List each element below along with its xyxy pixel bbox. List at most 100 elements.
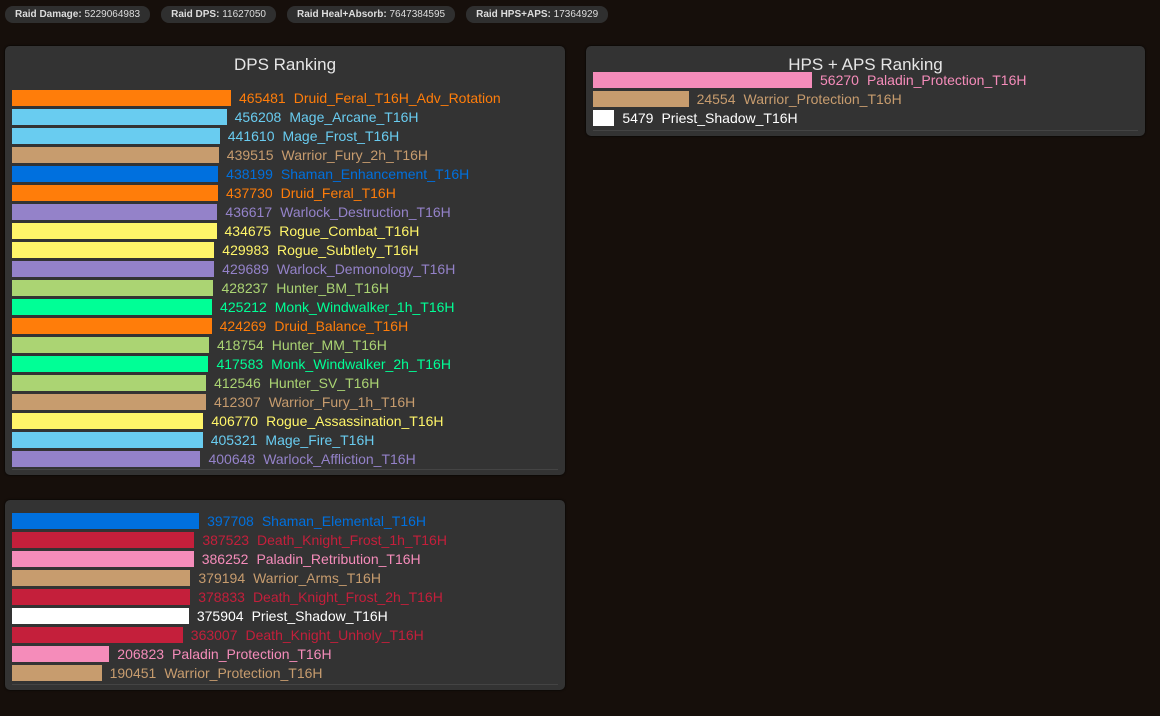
axis-line: [12, 684, 558, 685]
bar-row: 434675 Rogue_Combat_T16H: [12, 223, 419, 239]
bar: [12, 375, 207, 391]
bar-row: 206823 Paladin_Protection_T16H: [12, 646, 332, 662]
bar-row: 425212 Monk_Windwalker_1h_T16H: [12, 299, 455, 315]
bar-label: 56270 Paladin_Protection_T16H: [820, 72, 1026, 88]
data-value: 437730: [225, 185, 273, 201]
category-label: Priest_Shadow_T16H: [251, 608, 388, 624]
data-value: 24554: [696, 91, 736, 107]
bar: [12, 318, 212, 334]
data-value: 465481: [239, 90, 286, 106]
category-label: Warlock_Destruction_T16H: [280, 204, 451, 220]
stat-value: 5229064983: [84, 9, 141, 20]
category-label: Druid_Feral_T16H: [280, 185, 396, 201]
bar-row: 418754 Hunter_MM_T16H: [12, 337, 387, 353]
stat-value: 7647384595: [389, 9, 446, 20]
stat-raid-heal: Raid Heal+Absorb: 7647384595: [286, 6, 456, 23]
data-value: 363007: [190, 627, 238, 643]
bar-row: 429983 Rogue_Subtlety_T16H: [12, 242, 419, 258]
bar-label: 425212 Monk_Windwalker_1h_T16H: [220, 299, 454, 315]
axis-line: [12, 469, 558, 470]
bar-row: 465481 Druid_Feral_T16H_Adv_Rotation: [12, 90, 501, 106]
bar-label: 412307 Warrior_Fury_1h_T16H: [214, 394, 415, 410]
bar: [12, 109, 227, 125]
data-value: 378833: [198, 589, 245, 605]
data-value: 375904: [196, 608, 244, 624]
data-value: 456208: [234, 109, 282, 125]
data-value: 206823: [117, 646, 165, 662]
bar-label: 412546 Hunter_SV_T16H: [214, 375, 379, 391]
data-value: 379194: [198, 570, 246, 586]
bar-label: 424269 Druid_Balance_T16H: [220, 318, 409, 334]
category-label: Warrior_Fury_2h_T16H: [281, 147, 429, 163]
category-label: Shaman_Enhancement_T16H: [280, 166, 470, 182]
bar-row: 375904 Priest_Shadow_T16H: [12, 608, 388, 624]
category-label: Mage_Fire_T16H: [265, 432, 375, 448]
bar-label: 379194 Warrior_Arms_T16H: [198, 570, 381, 586]
bar: [12, 551, 194, 567]
bar-row: 405321 Mage_Fire_T16H: [12, 432, 374, 448]
bar-row: 406770 Rogue_Assassination_T16H: [12, 413, 444, 429]
category-label: Druid_Feral_T16H_Adv_Rotation: [293, 90, 501, 106]
bar-label: 456208 Mage_Arcane_T16H: [235, 109, 419, 125]
bar-label: 417583 Monk_Windwalker_2h_T16H: [216, 356, 450, 372]
data-value: 438199: [226, 166, 273, 182]
data-value: 417583: [216, 356, 264, 372]
category-label: Monk_Windwalker_2h_T16H: [271, 356, 451, 372]
data-value: 405321: [210, 432, 258, 448]
dps-ranking-chart-2: 397708 Shaman_Elemental_T16H 387523 Death_K…: [5, 500, 565, 690]
category-label: Rogue_Combat_T16H: [279, 223, 420, 239]
bar-row: 378833 Death_Knight_Frost_2h_T16H: [12, 589, 443, 605]
data-value: 424269: [219, 318, 267, 334]
bar-row: 436617 Warlock_Destruction_T16H: [12, 204, 451, 220]
data-value: 428237: [221, 280, 269, 296]
bar-row: 456208 Mage_Arcane_T16H: [12, 109, 419, 125]
bar: [12, 261, 215, 277]
bar: [593, 91, 689, 107]
axis-line: [593, 130, 1138, 131]
stat-label: Raid DPS:: [171, 9, 220, 20]
bar: [12, 627, 183, 643]
category-label: Hunter_MM_T16H: [271, 337, 387, 353]
data-value: 386252: [201, 551, 249, 567]
bar-label: 5479 Priest_Shadow_T16H: [622, 110, 797, 126]
category-label: Monk_Windwalker_1h_T16H: [274, 299, 455, 315]
data-value: 439515: [226, 147, 274, 163]
raid-stats: Raid Damage: 5229064983 Raid DPS: 116270…: [5, 6, 609, 23]
bar: [12, 589, 191, 605]
bar-row: 412546 Hunter_SV_T16H: [12, 375, 379, 391]
chart-title: DPS Ranking: [233, 55, 337, 74]
data-value: 425212: [220, 299, 267, 315]
bar-row: 424269 Druid_Balance_T16H: [12, 318, 408, 334]
bar-label: 406770 Rogue_Assassination_T16H: [211, 413, 443, 429]
bar-label: 438199 Shaman_Enhancement_T16H: [226, 166, 469, 182]
data-value: 190451: [109, 665, 157, 681]
bar: [12, 665, 102, 681]
bar-row: 363007 Death_Knight_Unholy_T16H: [12, 627, 424, 643]
category-label: Death_Knight_Frost_1h_T16H: [257, 532, 447, 548]
bar-row: 5479 Priest_Shadow_T16H: [593, 110, 798, 126]
category-label: Mage_Frost_T16H: [282, 128, 400, 144]
bar: [593, 110, 615, 126]
data-value: 387523: [202, 532, 250, 548]
category-label: Mage_Arcane_T16H: [289, 109, 419, 125]
bar-row: 429689 Warlock_Demonology_T16H: [12, 261, 455, 277]
bar: [12, 394, 206, 410]
bar-label: 363007 Death_Knight_Unholy_T16H: [191, 627, 424, 643]
category-label: Rogue_Assassination_T16H: [266, 413, 444, 429]
bar: [12, 413, 204, 429]
bar-row: 379194 Warrior_Arms_T16H: [12, 570, 381, 586]
stat-value: 11627050: [222, 9, 266, 20]
bar: [12, 513, 200, 529]
data-value: 412546: [214, 375, 261, 391]
bar-label: 439515 Warrior_Fury_2h_T16H: [227, 147, 428, 163]
bar-label: 386252 Paladin_Retribution_T16H: [202, 551, 421, 567]
bar: [12, 570, 191, 586]
bar-label: 387523 Death_Knight_Frost_1h_T16H: [202, 532, 447, 548]
bar-row: 441610 Mage_Frost_T16H: [12, 128, 399, 144]
hps-ranking-chart: HPS + APS Ranking 56270 Paladin_Protectio…: [586, 46, 1145, 136]
bar-label: 436617 Warlock_Destruction_T16H: [225, 204, 450, 220]
bar-label: 429983 Rogue_Subtlety_T16H: [222, 242, 418, 258]
category-label: Warlock_Affliction_T16H: [263, 451, 416, 467]
bar: [12, 147, 219, 163]
data-value: 412307: [213, 394, 261, 410]
